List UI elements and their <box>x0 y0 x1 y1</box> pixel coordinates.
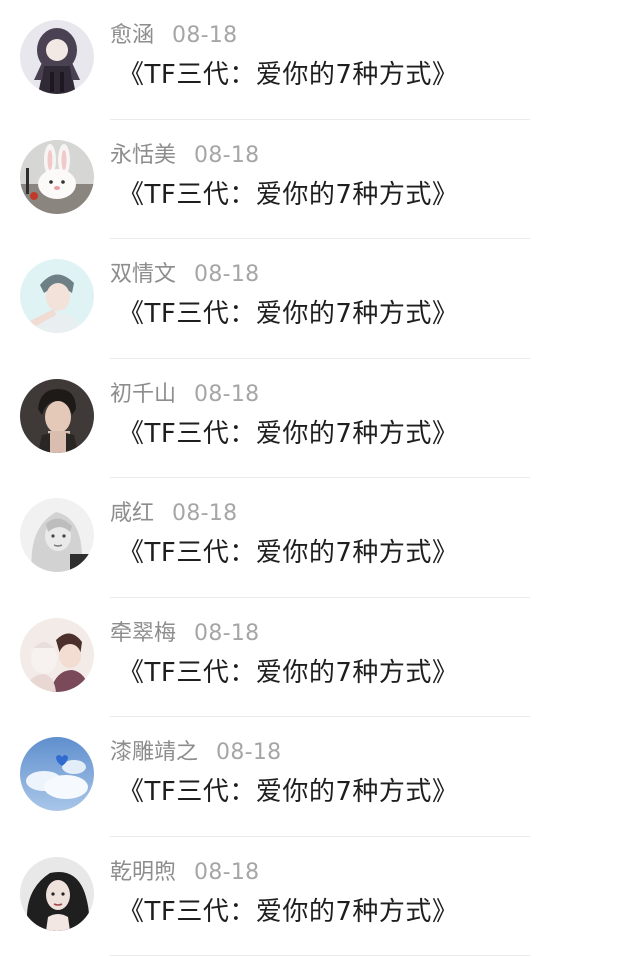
comment-date: 08-18 <box>172 501 238 526</box>
username[interactable]: 永恬美 <box>110 143 176 168</box>
comment-meta: 咸红 08-18 <box>110 500 237 528</box>
comment-list: 愈涵 08-18 《TF三代：爱你的7种方式》 永恬美 08-18 《TF三代：… <box>0 0 640 957</box>
comment-meta: 牵翠梅 08-18 <box>110 620 259 648</box>
boy-portrait-avatar-icon[interactable] <box>20 259 94 333</box>
comment-item[interactable]: 愈涵 08-18 《TF三代：爱你的7种方式》 <box>0 0 640 120</box>
username[interactable]: 初千山 <box>110 382 176 407</box>
comment-date: 08-18 <box>216 740 282 765</box>
anime-girl-avatar-icon[interactable] <box>20 20 94 94</box>
divider <box>110 955 530 956</box>
comment-date: 08-18 <box>194 859 260 885</box>
username[interactable]: 牵翠梅 <box>110 621 176 646</box>
comment-text: 《TF三代：爱你的7种方式》 <box>118 179 459 210</box>
comment-date: 08-18 <box>172 23 238 48</box>
comment-item[interactable]: 双情文 08-18 《TF三代：爱你的7种方式》 <box>0 239 640 359</box>
comment-meta: 愈涵 08-18 <box>110 22 237 50</box>
comment-text: 《TF三代：爱你的7种方式》 <box>118 299 459 329</box>
curly-hair-girl-avatar-icon[interactable] <box>20 856 94 931</box>
username[interactable]: 双情文 <box>110 262 176 287</box>
comment-meta: 初千山 08-18 <box>110 381 259 409</box>
comment-meta: 双情文 08-18 <box>110 261 259 289</box>
comment-item[interactable]: 永恬美 08-18 《TF三代：爱你的7种方式》 <box>0 120 640 239</box>
comment-date: 08-18 <box>194 620 260 646</box>
username[interactable]: 漆雕靖之 <box>110 740 198 765</box>
comment-text: 《TF三代：爱你的7种方式》 <box>118 60 459 90</box>
comment-item[interactable]: 漆雕靖之 08-18 《TF三代：爱你的7种方式》 <box>0 717 640 837</box>
comment-text: 《TF三代：爱你的7种方式》 <box>118 418 459 449</box>
comment-item[interactable]: 咸红 08-18 《TF三代：爱你的7种方式》 <box>0 478 640 598</box>
comment-text: 《TF三代：爱你的7种方式》 <box>118 896 459 927</box>
comment-date: 08-18 <box>194 142 260 168</box>
rabbit-plush-avatar-icon[interactable] <box>20 139 94 214</box>
comment-meta: 漆雕靖之 08-18 <box>110 739 281 767</box>
man-portrait-avatar-icon[interactable] <box>20 378 94 453</box>
comment-meta: 乾明煦 08-18 <box>110 859 259 887</box>
comment-text: 《TF三代：爱你的7种方式》 <box>118 657 459 688</box>
comment-date: 08-18 <box>194 381 260 407</box>
comment-item[interactable]: 乾明煦 08-18 《TF三代：爱你的7种方式》 <box>0 837 640 956</box>
woman-bw-avatar-icon[interactable] <box>20 498 94 572</box>
comment-text: 《TF三代：爱你的7种方式》 <box>118 538 459 568</box>
comment-date: 08-18 <box>194 262 260 287</box>
comment-item[interactable]: 牵翠梅 08-18 《TF三代：爱你的7种方式》 <box>0 598 640 717</box>
anime-couple-avatar-icon[interactable] <box>20 617 94 692</box>
comment-text: 《TF三代：爱你的7种方式》 <box>118 777 459 807</box>
comment-meta: 永恬美 08-18 <box>110 142 259 170</box>
username[interactable]: 愈涵 <box>110 23 154 48</box>
username[interactable]: 乾明煦 <box>110 860 176 885</box>
sky-clouds-avatar-icon[interactable] <box>20 737 94 811</box>
username[interactable]: 咸红 <box>110 501 154 526</box>
comment-item[interactable]: 初千山 08-18 《TF三代：爱你的7种方式》 <box>0 359 640 478</box>
